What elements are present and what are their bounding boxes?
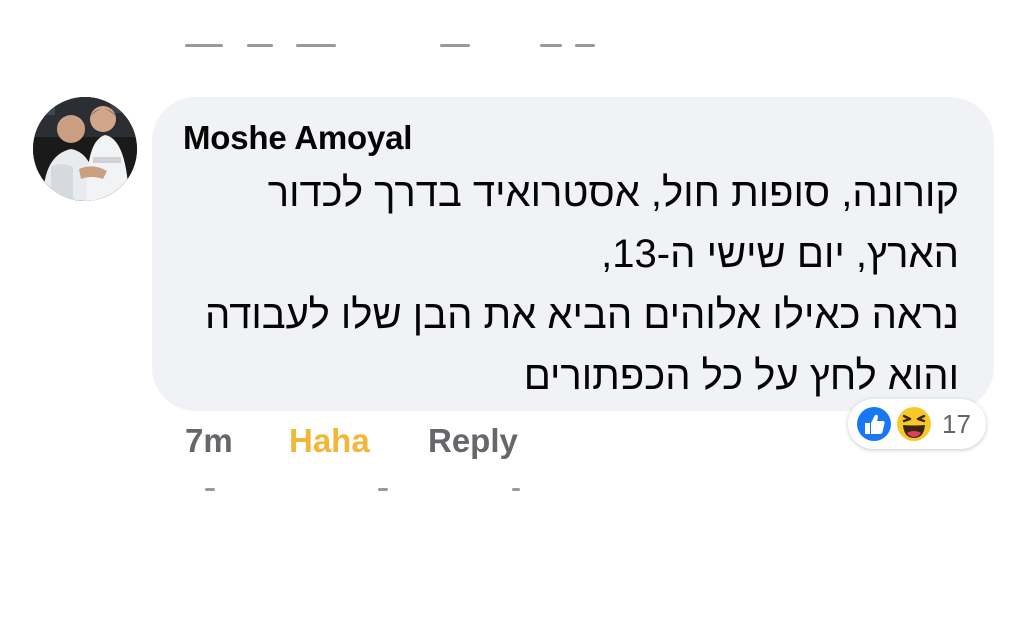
like-icon <box>855 405 893 443</box>
comment-text-line: נראה כאילו אלוהים הביא את הבן שלו לעבודה <box>205 293 959 337</box>
comment-text-line: קורונה, סופות חול, אסטרואיד בדרך לכדור <box>267 171 959 215</box>
avatar[interactable] <box>33 97 137 201</box>
avatar-photo <box>33 97 137 201</box>
comment-timestamp[interactable]: 7m <box>185 422 233 462</box>
haha-icon <box>895 405 933 443</box>
reply-button[interactable]: Reply <box>428 422 518 462</box>
comment-author-name[interactable]: Moshe Amoyal <box>183 119 412 157</box>
comment-thread: Moshe Amoyal קורונה, סופות חול, אסטרואיד… <box>0 0 1024 625</box>
comment-text-line: הארץ, יום שישי ה-13, <box>601 232 959 276</box>
next-comment-actions-cropped <box>0 488 1024 502</box>
reaction-button[interactable]: Haha <box>289 422 370 462</box>
reaction-count: 17 <box>942 409 971 439</box>
previous-comment-actions-cropped <box>0 44 1024 58</box>
reactions-summary[interactable]: 17 <box>848 399 986 449</box>
comment-text-line: והוא לחץ על כל הכפתורים <box>523 354 959 398</box>
